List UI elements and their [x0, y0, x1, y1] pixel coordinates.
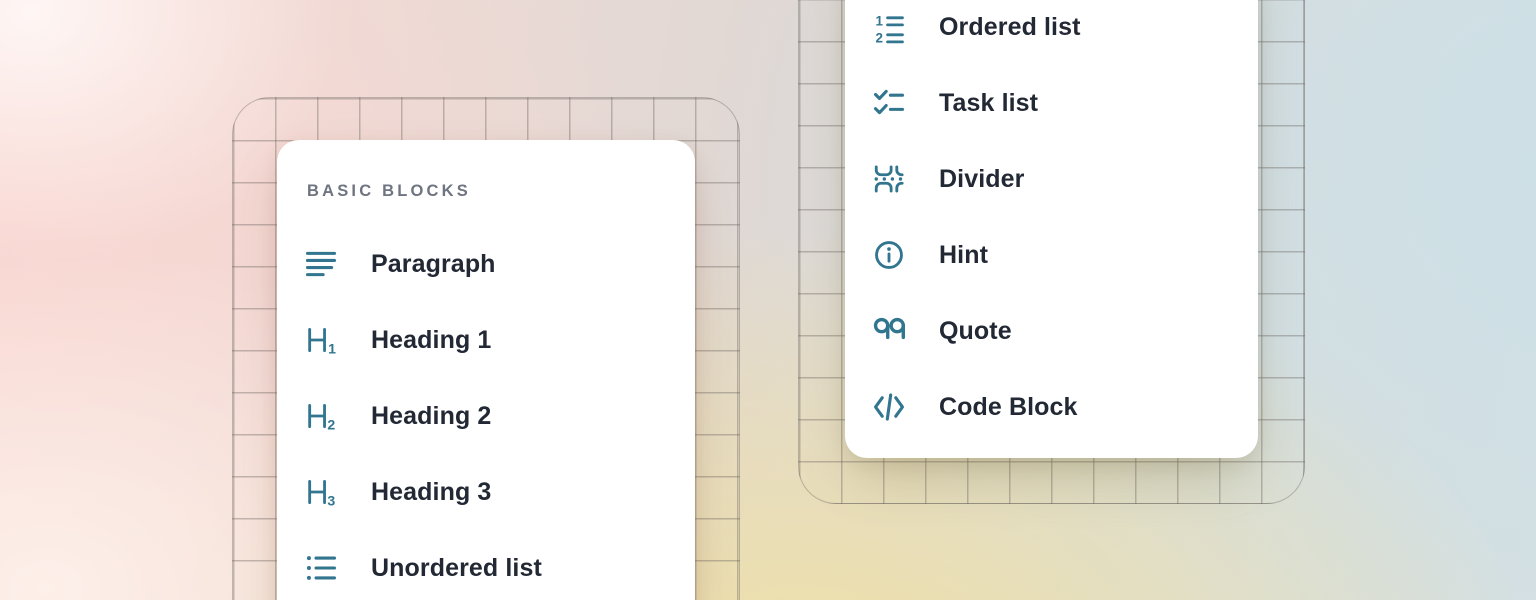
svg-text:1: 1 — [328, 341, 336, 357]
menu-item-unordered-list[interactable]: Unordered list — [277, 530, 695, 600]
menu-item-label: Quote — [939, 317, 1012, 346]
menu-item-hint[interactable]: Hint — [845, 217, 1258, 293]
menu-item-heading-3[interactable]: 3 Heading 3 — [277, 454, 695, 530]
block-menu-list-basic: Paragraph 1 Heading 1 2 Heading 2 3 Heading… — [277, 226, 695, 600]
heading-1-icon: 1 — [304, 323, 338, 357]
svg-text:2: 2 — [327, 417, 335, 433]
menu-item-label: Divider — [939, 165, 1024, 194]
menu-item-label: Heading 2 — [371, 402, 491, 431]
background: BASIC BLOCKS Paragraph 1 Heading 1 2 Headi… — [0, 0, 1536, 600]
task-list-icon — [872, 86, 906, 120]
section-label-basic-blocks: BASIC BLOCKS — [307, 180, 695, 202]
heading-2-icon: 2 — [304, 399, 338, 433]
divider-icon — [872, 162, 906, 196]
menu-item-label: Heading 1 — [371, 326, 491, 355]
menu-item-task-list[interactable]: Task list — [845, 65, 1258, 141]
block-menu-card-basic: BASIC BLOCKS Paragraph 1 Heading 1 2 Headi… — [277, 140, 695, 600]
unordered-list-icon — [304, 551, 338, 585]
menu-item-label: Code Block — [939, 393, 1078, 422]
menu-item-label: Heading 3 — [371, 478, 491, 507]
menu-item-code-block[interactable]: Code Block — [845, 369, 1258, 445]
svg-text:2: 2 — [876, 31, 883, 44]
menu-item-ordered-list[interactable]: 1 2 Ordered list — [845, 0, 1258, 65]
menu-item-label: Task list — [939, 89, 1038, 118]
menu-item-heading-2[interactable]: 2 Heading 2 — [277, 378, 695, 454]
menu-item-divider[interactable]: Divider — [845, 141, 1258, 217]
menu-item-label: Unordered list — [371, 554, 542, 583]
hint-icon — [872, 238, 906, 272]
menu-item-label: Ordered list — [939, 13, 1081, 42]
quote-icon — [872, 314, 906, 348]
block-menu-list-extra: 1 2 Ordered list Task list Divider Hint Q… — [845, 0, 1258, 445]
ordered-list-icon: 1 2 — [872, 10, 906, 44]
svg-text:3: 3 — [327, 493, 335, 509]
paragraph-icon — [304, 247, 338, 281]
menu-item-label: Paragraph — [371, 250, 496, 279]
menu-item-label: Hint — [939, 241, 988, 270]
menu-item-heading-1[interactable]: 1 Heading 1 — [277, 302, 695, 378]
code-block-icon — [872, 390, 906, 424]
menu-item-paragraph[interactable]: Paragraph — [277, 226, 695, 302]
menu-item-quote[interactable]: Quote — [845, 293, 1258, 369]
svg-text:1: 1 — [876, 14, 884, 29]
block-menu-card-extra: 1 2 Ordered list Task list Divider Hint Q… — [845, 0, 1258, 458]
heading-3-icon: 3 — [304, 475, 338, 509]
